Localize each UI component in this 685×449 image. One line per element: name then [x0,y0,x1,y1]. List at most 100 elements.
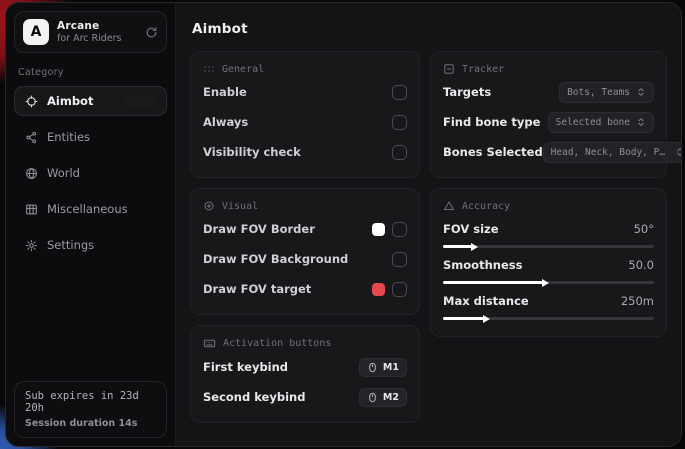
first-keybind-button[interactable]: M1 [359,358,407,377]
setting-label: Draw FOV Border [203,222,315,236]
gear-icon [24,239,38,252]
slider-value: 50.0 [628,258,654,272]
card-title: Activation buttons [223,338,331,349]
setting-row-fov-border: Draw FOV Border [203,216,407,242]
setting-label: Targets [443,85,491,99]
category-label: Category [18,67,163,78]
setting-row-targets: Targets Bots, Teams [443,79,654,105]
slider-value: 50° [634,222,654,236]
sub-expiry-text: Sub expires in 23d 20h [25,390,156,414]
sidebar-item-label: Entities [47,130,90,144]
slider-thumb[interactable] [483,315,490,323]
sidebar: A Arcane for Arc Riders Category Aimbot [6,3,176,446]
setting-row-enable: Enable [203,79,407,105]
app-logo: A [23,19,49,45]
accuracy-card: Accuracy FOV size 50° [430,188,667,337]
mouse-icon [367,362,378,373]
hotkey-hint [126,96,156,107]
card-title: Tracker [462,64,504,75]
sidebar-item-label: Miscellaneous [47,202,128,216]
always-checkbox[interactable] [392,115,407,130]
card-title: Visual [222,201,258,212]
setting-label: Enable [203,85,247,99]
setting-row-first-keybind: First keybind M1 [203,354,407,380]
setting-row-second-keybind: Second keybind M2 [203,384,407,410]
sidebar-item-miscellaneous[interactable]: Miscellaneous [14,194,167,224]
app-subtitle: for Arc Riders [57,33,137,44]
fov-size-slider-row: FOV size 50° [443,222,654,248]
focus-plus-icon [203,200,215,212]
activation-card: Activation buttons First keybind M1 [190,325,420,423]
targets-dropdown[interactable]: Bots, Teams [559,82,654,103]
entities-icon [24,131,38,144]
main-panel: Aimbot General Enable [176,3,681,446]
setting-row-fov-background: Draw FOV Background [203,246,407,272]
setting-label: Draw FOV target [203,282,311,296]
setting-label: Bones Selected [443,145,543,159]
slider-thumb[interactable] [542,279,549,287]
grid-dots-icon [203,63,215,75]
fov-target-color-swatch[interactable] [372,283,385,296]
square-minus-icon [443,63,455,75]
sidebar-nav: Aimbot Entities World [14,86,167,260]
page-title: Aimbot [192,21,665,37]
grid-icon [24,203,38,216]
setting-row-bones-selected: Bones Selected Head, Neck, Body, Pe... [443,139,654,165]
fov-background-checkbox[interactable] [392,252,407,267]
app-title: Arcane [57,20,137,32]
enable-checkbox[interactable] [392,85,407,100]
setting-label: Second keybind [203,390,305,404]
app-window: A Arcane for Arc Riders Category Aimbot [5,2,682,447]
setting-label: Find bone type [443,115,540,129]
fov-target-checkbox[interactable] [392,282,407,297]
refresh-icon[interactable] [145,26,158,39]
setting-label: First keybind [203,360,288,374]
sidebar-item-settings[interactable]: Settings [14,230,167,260]
logo-card: A Arcane for Arc Riders [14,11,167,53]
triangle-icon [443,200,455,212]
max-distance-slider-row: Max distance 250m [443,294,654,320]
second-keybind-button[interactable]: M2 [359,388,407,407]
subscription-info: Sub expires in 23d 20h Session duration … [14,381,167,438]
visual-card: Visual Draw FOV Border Draw FOV Backgrou… [190,188,420,315]
general-card: General Enable Always Visibility check [190,51,420,178]
sidebar-item-entities[interactable]: Entities [14,122,167,152]
visibility-check-checkbox[interactable] [392,145,407,160]
card-title: Accuracy [462,201,510,212]
chevrons-up-down-icon [675,147,681,157]
sidebar-item-label: Aimbot [47,94,93,108]
smoothness-slider[interactable] [443,281,654,284]
keyboard-icon [203,337,216,350]
smoothness-slider-row: Smoothness 50.0 [443,258,654,284]
mouse-icon [367,392,378,403]
find-bone-type-dropdown[interactable]: Selected bone [548,112,654,133]
fov-border-checkbox[interactable] [392,222,407,237]
session-duration-text: Session duration 14s [25,418,156,429]
globe-icon [24,167,38,180]
sidebar-item-label: Settings [47,238,94,252]
tracker-card: Tracker Targets Bots, Teams [430,51,667,178]
max-distance-slider[interactable] [443,317,654,320]
chevrons-up-down-icon [636,117,646,127]
setting-row-visibility-check: Visibility check [203,139,407,165]
slider-label: FOV size [443,222,499,236]
bones-selected-dropdown[interactable]: Head, Neck, Body, Pe... [543,142,681,163]
sidebar-item-aimbot[interactable]: Aimbot [14,86,167,116]
setting-label: Draw FOV Background [203,252,348,266]
slider-thumb[interactable] [471,243,478,251]
setting-row-find-bone-type: Find bone type Selected bone [443,109,654,135]
card-title: General [222,64,264,75]
sidebar-item-label: World [47,166,80,180]
sidebar-item-world[interactable]: World [14,158,167,188]
slider-label: Max distance [443,294,529,308]
chevrons-up-down-icon [636,87,646,97]
slider-value: 250m [621,294,654,308]
setting-label: Visibility check [203,145,301,159]
setting-row-fov-target: Draw FOV target [203,276,407,302]
fov-border-color-swatch[interactable] [372,223,385,236]
fov-size-slider[interactable] [443,245,654,248]
slider-label: Smoothness [443,258,522,272]
setting-label: Always [203,115,248,129]
crosshair-icon [24,95,38,108]
setting-row-always: Always [203,109,407,135]
